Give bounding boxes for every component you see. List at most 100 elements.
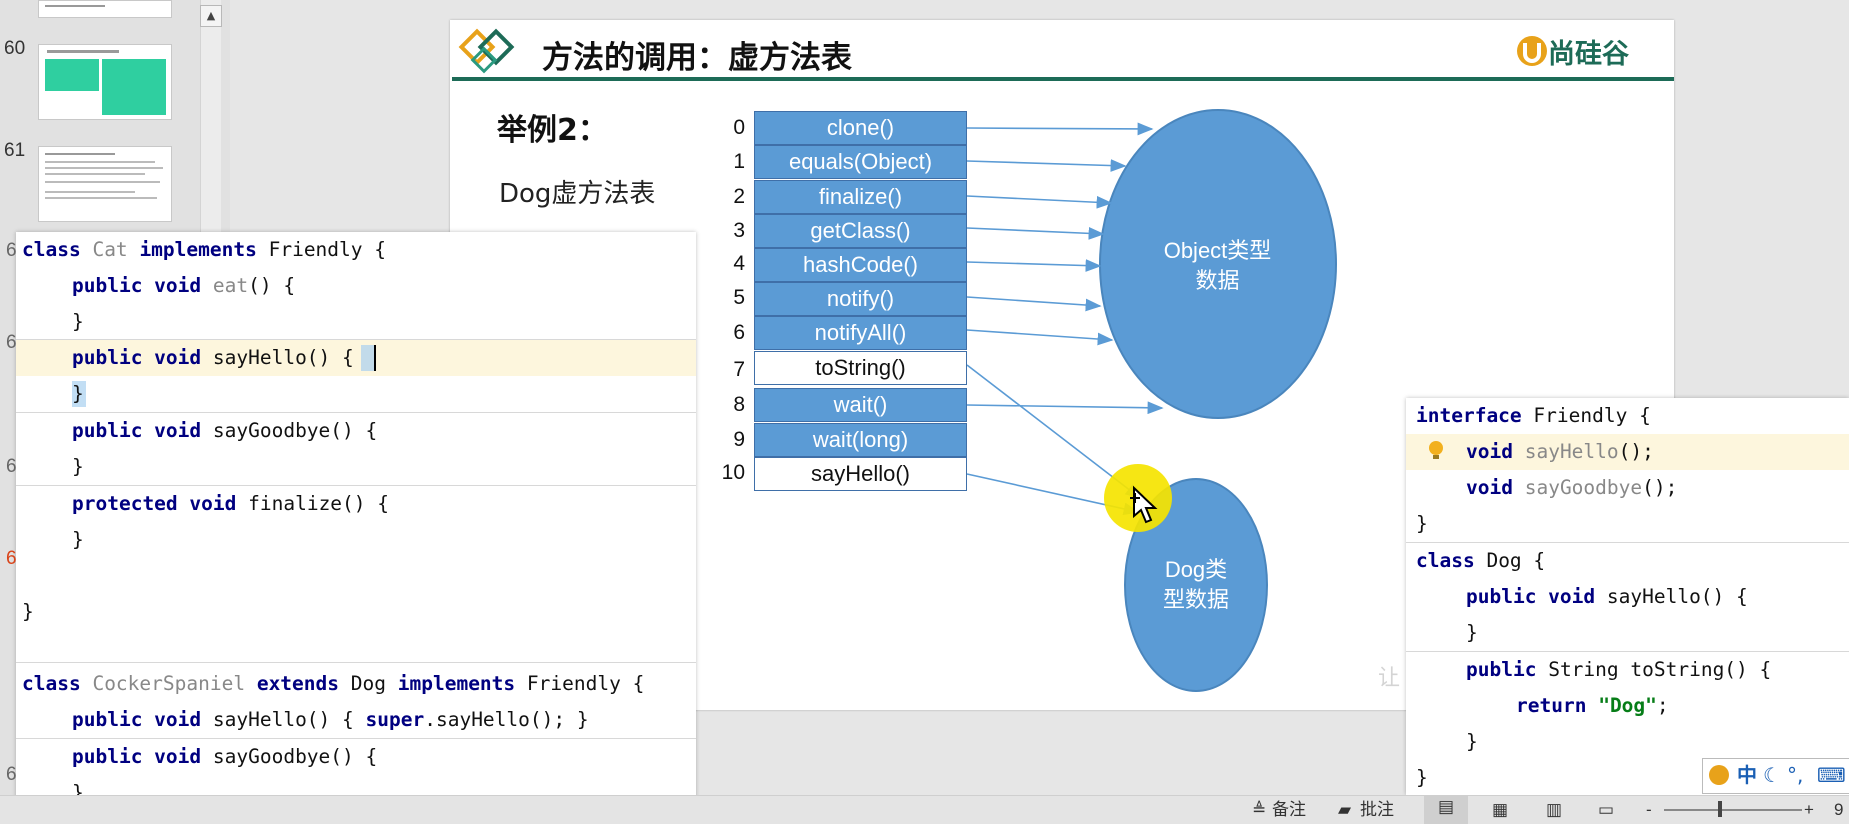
code-line: } <box>1466 621 1478 644</box>
code-keyword: class <box>22 672 81 695</box>
zoom-out-button[interactable]: - <box>1646 799 1652 821</box>
slide-thumbnail-61[interactable] <box>38 146 172 222</box>
notes-icon[interactable]: ≜ <box>1252 799 1266 821</box>
code-text: .sayHello(); } <box>424 708 589 731</box>
thumbnail-text-line <box>45 153 115 155</box>
code-text: sayGoodbye() { <box>212 419 378 442</box>
code-text: Friendly { <box>268 238 386 261</box>
thumbnail-text-line <box>45 197 157 199</box>
arrow-2 <box>966 195 1113 209</box>
vtable-index: 7 <box>733 358 745 381</box>
code-line: } <box>1416 512 1428 535</box>
code-class-name: CockerSpaniel <box>92 672 246 695</box>
code-string: "Dog" <box>1598 694 1657 717</box>
code-keyword: super <box>365 708 425 731</box>
arrow-4 <box>966 259 1102 272</box>
gutter-number: 6 <box>6 548 17 569</box>
vtable-cell: notify() <box>754 282 967 316</box>
keyboard-icon[interactable]: ⌨ <box>1817 759 1846 791</box>
dog-type-label: Dog类 型数据 <box>1126 555 1266 615</box>
code-text: sayHello() { <box>1606 585 1748 608</box>
code-keyword: extends <box>256 672 340 695</box>
left-code-editor[interactable]: 6 6 6 6 6 class Cat implements Friendly … <box>6 232 696 823</box>
slide-watermark: 让 <box>1378 666 1401 691</box>
code-keyword: void <box>1466 440 1513 463</box>
lightbulb-icon[interactable] <box>1428 440 1444 462</box>
vtable-cell: equals(Object) <box>754 145 967 179</box>
code-line: void sayHello(); <box>1466 434 1654 470</box>
code-line: public void sayHello() { <box>1466 579 1748 615</box>
vtable-index: 0 <box>733 116 745 139</box>
gutter-number: 6 <box>6 332 17 353</box>
normal-view-icon[interactable]: ▤ <box>1424 796 1468 824</box>
comments-button[interactable]: 批注 <box>1360 799 1394 821</box>
code-text: () { <box>248 274 296 297</box>
slideshow-icon[interactable]: ▭ <box>1598 799 1614 821</box>
slide-number-61: 61 <box>4 140 26 161</box>
comments-icon[interactable]: ▰ <box>1338 799 1351 821</box>
zoom-in-button[interactable]: + <box>1804 799 1814 821</box>
vtable-cell: hashCode() <box>754 248 967 282</box>
arrow-0 <box>966 122 1154 136</box>
thumbnail-text-line <box>45 191 135 193</box>
code-keyword: implements <box>397 672 516 695</box>
vtable-cell: getClass() <box>754 214 967 248</box>
vtable-cell: clone() <box>754 111 967 145</box>
code-line: class Cat implements Friendly { <box>22 232 386 268</box>
text-cursor <box>374 345 376 371</box>
thumbnail-text-line <box>45 5 105 7</box>
class-separator <box>16 662 696 663</box>
zoom-slider-thumb[interactable] <box>1718 801 1722 817</box>
code-keyword: public void <box>1466 585 1596 608</box>
slide-thumbnail-59[interactable] <box>38 0 172 18</box>
code-keyword: protected void <box>72 492 237 515</box>
ime-punct-mode[interactable]: °, <box>1787 759 1803 791</box>
reading-view-icon[interactable]: ▥ <box>1546 799 1562 821</box>
right-code-editor[interactable]: interface Friendly { void sayHello(); vo… <box>1406 398 1849 795</box>
notes-button[interactable]: 备注 <box>1272 799 1306 821</box>
code-keyword: void <box>1466 476 1513 499</box>
code-text: (); <box>1618 440 1654 463</box>
zoom-level[interactable]: 9 <box>1834 799 1843 821</box>
vtable-cell: finalize() <box>754 180 967 214</box>
vtable-cell: wait(long) <box>754 423 967 457</box>
vtable-cell: notifyAll() <box>754 316 967 350</box>
vtable-index: 4 <box>733 252 745 275</box>
ime-logo-icon <box>1709 765 1729 785</box>
code-keyword: class <box>1416 549 1475 572</box>
brand-logo-text: 尚硅谷 <box>1548 39 1629 70</box>
arrow-8 <box>966 401 1164 415</box>
code-line: void sayGoodbye(); <box>1466 470 1677 506</box>
code-keyword: public void <box>72 419 202 442</box>
brand-logo-icon <box>1517 36 1547 66</box>
code-keyword: class <box>22 238 81 261</box>
code-keyword: interface <box>1416 404 1522 427</box>
example-label: 举例2： <box>497 113 608 148</box>
code-line: protected void finalize() { <box>72 486 389 522</box>
code-line: class Dog { <box>1416 543 1545 579</box>
code-line: } <box>1466 730 1478 753</box>
arrow-1 <box>966 159 1127 172</box>
scroll-up-button[interactable]: ▲ <box>200 5 222 27</box>
code-text: Dog <box>350 672 386 695</box>
code-method-name: sayHello <box>1524 440 1619 463</box>
ime-toolbar[interactable]: 中 ☾ °, ⌨ <box>1702 758 1849 794</box>
vtable-cell: wait() <box>754 388 967 422</box>
object-type-label: Object类型 数据 <box>1110 236 1325 296</box>
code-keyword: public <box>1466 658 1537 681</box>
slide-thumbnail-60[interactable] <box>38 44 172 120</box>
gutter-number: 6 <box>6 456 17 477</box>
slide-sorter-icon[interactable]: ▦ <box>1492 799 1508 821</box>
code-text: String toString() { <box>1548 658 1772 681</box>
arrow-3 <box>966 226 1105 240</box>
code-keyword: public void <box>72 274 202 297</box>
thumbnail-green-box <box>45 59 99 91</box>
moon-icon[interactable]: ☾ <box>1763 759 1781 791</box>
code-keyword: public void <box>72 346 202 369</box>
code-text: Friendly { <box>1533 404 1651 427</box>
ime-chinese-mode[interactable]: 中 <box>1737 759 1757 791</box>
vtable-cell: toString() <box>754 351 967 385</box>
vtable-index: 8 <box>733 393 745 416</box>
object-type-label-line2: 数据 <box>1195 268 1240 293</box>
zoom-slider-track[interactable] <box>1664 809 1802 811</box>
